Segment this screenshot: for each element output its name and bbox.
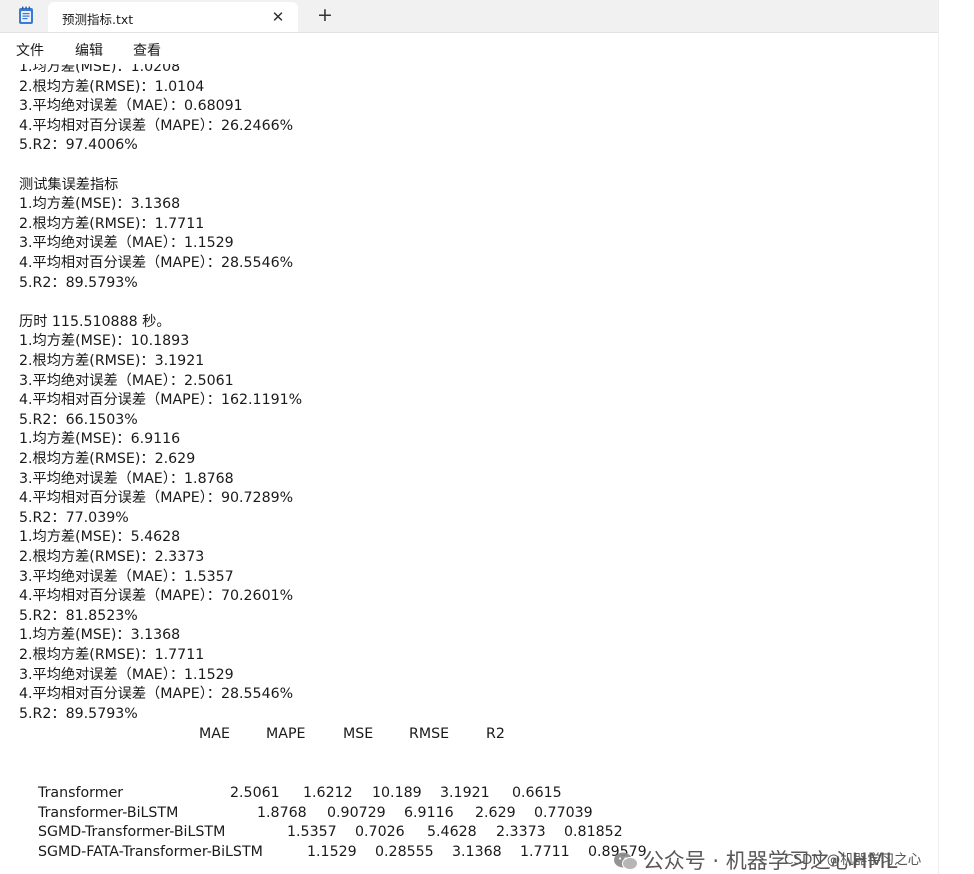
text-line: 1.均方差(MSE)：10.1893 bbox=[19, 333, 190, 349]
text-line: 4.平均相对百分误差（MAPE）：90.7289% bbox=[19, 490, 294, 506]
text-line: 4.平均相对百分误差（MAPE）：28.5546% bbox=[19, 255, 294, 271]
notepad-icon bbox=[19, 6, 33, 24]
text-line: 4.平均相对百分误差（MAPE）：162.1191% bbox=[19, 392, 303, 408]
text-line: 2.根均方差(RMSE)：1.7711 bbox=[19, 647, 205, 663]
text-line: 5.R2：77.039% bbox=[19, 510, 129, 526]
menu-item-view[interactable]: 查看 bbox=[133, 40, 161, 60]
text-line: 4.平均相对百分误差（MAPE）：70.2601% bbox=[19, 588, 294, 604]
table-cell: 3.1368 bbox=[452, 844, 502, 860]
right-gutter bbox=[938, 0, 974, 874]
section-heading: 测试集误差指标 bbox=[19, 177, 119, 193]
table-cell: 5.4628 bbox=[427, 824, 477, 840]
table-row-model: SGMD-FATA-Transformer-BiLSTM bbox=[38, 844, 263, 860]
table-cell: 2.5061 bbox=[230, 785, 280, 801]
table-cell: 1.6212 bbox=[303, 785, 353, 801]
text-line: 5.R2：89.5793% bbox=[19, 275, 138, 291]
text-line: 1.均方差(MSE)：3.1368 bbox=[19, 627, 181, 643]
text-line: 5.R2：81.8523% bbox=[19, 608, 138, 624]
text-line: 1.均方差(MSE)：1.0208 bbox=[19, 64, 181, 75]
text-line: 3.平均绝对误差（MAE）：1.1529 bbox=[19, 667, 234, 683]
text-line: 5.R2：66.1503% bbox=[19, 412, 138, 428]
text-line: 5.R2：97.4006% bbox=[19, 137, 138, 153]
new-tab-button[interactable]: + bbox=[314, 4, 336, 26]
table-cell: 6.9116 bbox=[404, 805, 454, 821]
table-cell: 0.77039 bbox=[534, 805, 593, 821]
menu-item-edit[interactable]: 编辑 bbox=[75, 40, 103, 60]
elapsed-time-line: 历时 115.510888 秒。 bbox=[19, 314, 171, 330]
table-row-model: SGMD-Transformer-BiLSTM bbox=[38, 824, 226, 840]
table-row-model: Transformer bbox=[38, 785, 124, 801]
table-cell: 0.90729 bbox=[327, 805, 386, 821]
text-line: 2.根均方差(RMSE)：1.7711 bbox=[19, 216, 205, 232]
tab-title: 预测指标.txt bbox=[62, 12, 134, 27]
text-line: 4.平均相对百分误差（MAPE）：28.5546% bbox=[19, 686, 294, 702]
table-cell: 0.7026 bbox=[355, 824, 405, 840]
close-icon[interactable]: ✕ bbox=[268, 7, 288, 27]
table-cell: 2.629 bbox=[475, 805, 516, 821]
text-line: 3.平均绝对误差（MAE）：1.8768 bbox=[19, 471, 234, 487]
text-line: 2.根均方差(RMSE)：2.3373 bbox=[19, 549, 205, 565]
text-line: 3.平均绝对误差（MAE）：1.1529 bbox=[19, 235, 234, 251]
text-line: 3.平均绝对误差（MAE）：2.5061 bbox=[19, 373, 234, 389]
wechat-icon bbox=[613, 852, 638, 870]
table-cell: 10.189 bbox=[372, 785, 422, 801]
text-line: 3.平均绝对误差（MAE）：1.5357 bbox=[19, 569, 234, 585]
text-line: 3.平均绝对误差（MAE）：0.68091 bbox=[19, 98, 243, 114]
table-cell: 1.5357 bbox=[287, 824, 337, 840]
text-line: 5.R2：89.5793% bbox=[19, 706, 138, 722]
table-row-model: Transformer-BiLSTM bbox=[38, 805, 179, 821]
menu-bar: 文件 编辑 查看 bbox=[0, 33, 940, 63]
text-line: 4.平均相对百分误差（MAPE）：26.2466% bbox=[19, 118, 294, 134]
tab-file[interactable]: 预测指标.txt ✕ bbox=[48, 2, 298, 32]
menu-item-file[interactable]: 文件 bbox=[16, 40, 44, 60]
table-header-mse: MSE bbox=[343, 726, 374, 742]
table-cell: 3.1921 bbox=[440, 785, 490, 801]
table-cell: 1.7711 bbox=[520, 844, 570, 860]
table-header-rmse: RMSE bbox=[409, 726, 450, 742]
table-cell: 1.1529 bbox=[307, 844, 357, 860]
text-editor[interactable]: 1.均方差(MSE)：1.0208 2.根均方差(RMSE)：1.0104 3.… bbox=[12, 64, 938, 864]
table-cell: 2.3373 bbox=[496, 824, 546, 840]
text-line: 2.根均方差(RMSE)：3.1921 bbox=[19, 353, 205, 369]
table-header-r2: R2 bbox=[486, 726, 505, 742]
text-line: 1.均方差(MSE)：3.1368 bbox=[19, 196, 181, 212]
table-cell: 0.28555 bbox=[375, 844, 434, 860]
table-header-mape: MAPE bbox=[266, 726, 306, 742]
table-cell: 1.8768 bbox=[257, 805, 307, 821]
csdn-watermark: CSDN @机器学习之心 bbox=[784, 852, 922, 868]
table-cell: 0.6615 bbox=[512, 785, 562, 801]
text-line: 2.根均方差(RMSE)：2.629 bbox=[19, 451, 196, 467]
text-line: 1.均方差(MSE)：5.4628 bbox=[19, 529, 181, 545]
text-line: 1.均方差(MSE)：6.9116 bbox=[19, 431, 181, 447]
notepad-window: 预测指标.txt ✕ + 文件 编辑 查看 1.均方差(MSE)：1.0208 … bbox=[0, 0, 974, 874]
tab-bar: 预测指标.txt ✕ + bbox=[0, 0, 940, 33]
table-header-mae: MAE bbox=[199, 726, 230, 742]
text-line: 2.根均方差(RMSE)：1.0104 bbox=[19, 79, 205, 95]
